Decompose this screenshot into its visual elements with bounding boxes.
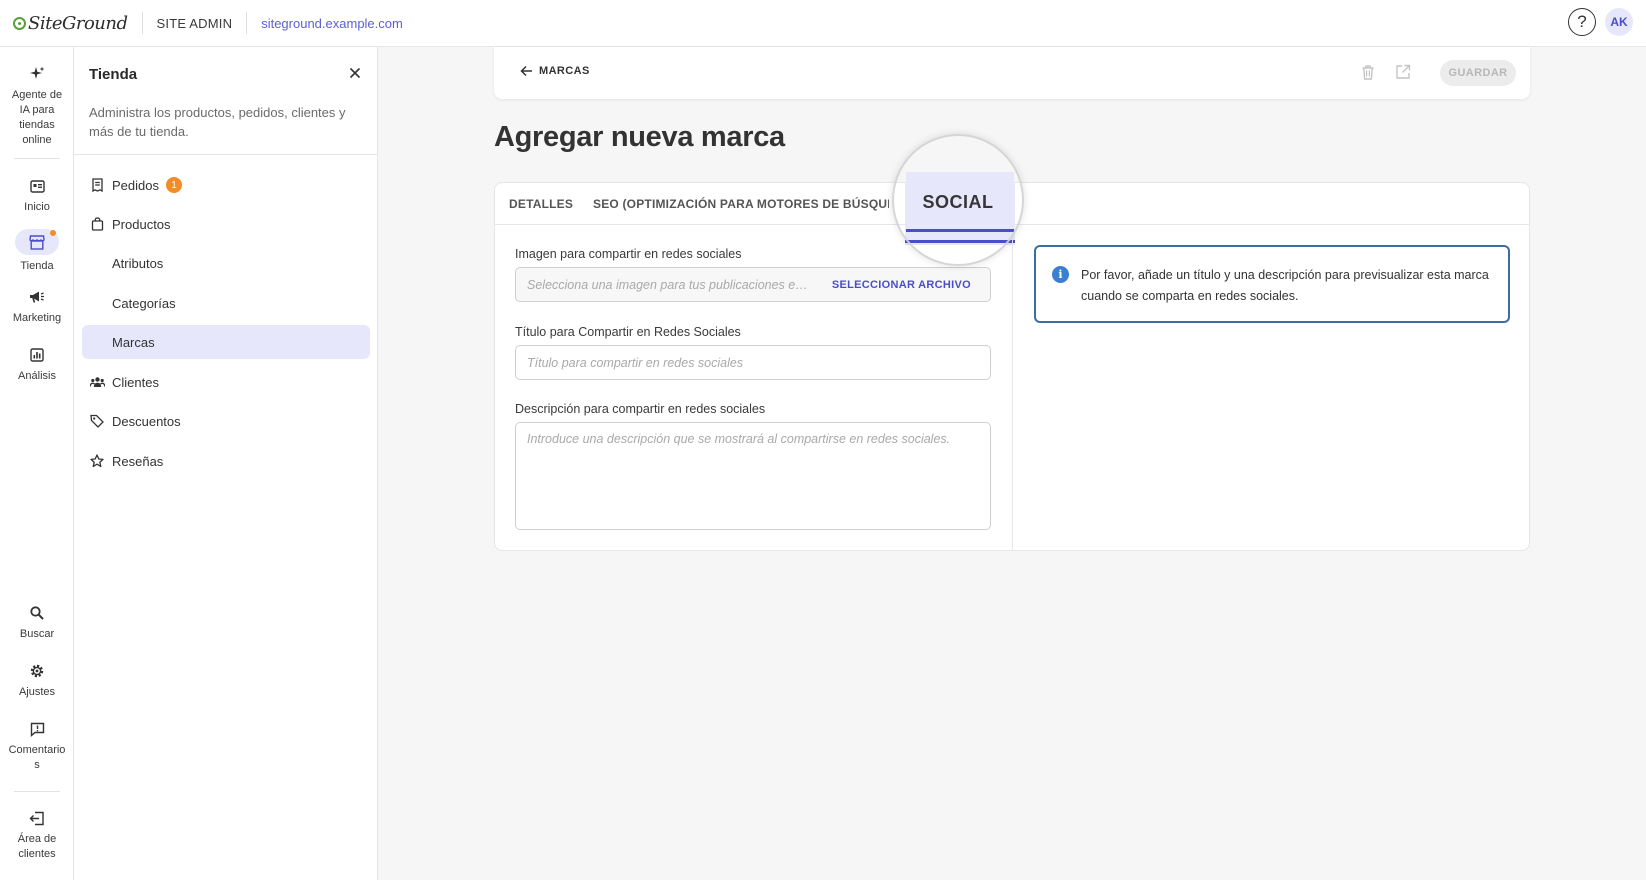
- rail-label: Área de clientes: [17, 833, 57, 860]
- rail-label: Comentarios: [8, 744, 66, 771]
- nav-label: Pedidos: [112, 177, 159, 193]
- nav-item-marcas[interactable]: Marcas: [82, 325, 370, 359]
- rail-item-analisis[interactable]: Análisis: [0, 345, 74, 384]
- rail-label: Marketing: [12, 312, 62, 324]
- save-button[interactable]: GUARDAR: [1440, 60, 1516, 86]
- store-panel: Tienda Administra los productos, pedidos…: [74, 47, 378, 880]
- rail-item-marketing[interactable]: Marketing: [0, 287, 74, 326]
- nav-label: Descuentos: [112, 413, 181, 429]
- panel-title: Tienda: [89, 66, 138, 83]
- rail-item-tienda[interactable]: Tienda: [0, 229, 74, 274]
- nav-item-categorias[interactable]: Categorías: [82, 286, 370, 320]
- external-link-icon[interactable]: [1394, 63, 1412, 81]
- search-icon: [27, 603, 47, 623]
- image-field-label: Imagen para compartir en redes sociales: [515, 247, 742, 261]
- help-icon[interactable]: ?: [1568, 8, 1596, 36]
- rail-label: Análisis: [18, 370, 56, 382]
- megaphone-icon: [27, 287, 47, 307]
- share-description-textarea[interactable]: Introduce una descripción que se mostrar…: [515, 422, 991, 530]
- dashboard-icon: [27, 176, 47, 196]
- share-image-field[interactable]: Selecciona una imagen para tus publicaci…: [515, 267, 991, 302]
- avatar[interactable]: AK: [1605, 8, 1633, 36]
- close-icon[interactable]: [347, 65, 363, 81]
- sparkles-icon: [27, 64, 47, 84]
- back-label: MARCAS: [539, 65, 590, 77]
- receipt-icon: [89, 177, 105, 193]
- description-field-label: Descripción para compartir en redes soci…: [515, 402, 766, 416]
- logout-icon: [27, 808, 47, 828]
- analytics-icon: [27, 345, 47, 365]
- rail-item-ajustes[interactable]: Ajustes: [0, 661, 74, 700]
- tab-social-magnifier[interactable]: SOCIAL: [892, 134, 1024, 266]
- select-file-button[interactable]: SELECCIONAR ARCHIVO: [812, 279, 990, 291]
- share-title-placeholder: Título para compartir en redes sociales: [527, 355, 744, 370]
- column-divider: [1012, 225, 1013, 550]
- tab-social[interactable]: SOCIAL: [894, 192, 1022, 213]
- back-to-marcas-link[interactable]: MARCAS: [520, 65, 590, 77]
- nav-label: Clientes: [112, 374, 159, 390]
- tab-detalles[interactable]: DETALLES: [509, 197, 573, 211]
- share-title-input[interactable]: Título para compartir en redes sociales: [515, 345, 991, 380]
- tag-icon: [89, 413, 105, 429]
- title-field-label: Título para Compartir en Redes Sociales: [515, 325, 741, 339]
- bag-icon: [89, 216, 105, 232]
- nav-item-atributos[interactable]: Atributos: [82, 246, 370, 280]
- brand-header-card: MARCAS GUARDAR: [494, 47, 1530, 99]
- rail-item-comentarios[interactable]: Comentarios: [0, 719, 74, 773]
- top-right-actions: ? AK: [1568, 8, 1633, 36]
- left-rail: Agente de IA para tiendas online Inicio …: [0, 47, 74, 880]
- gear-icon: [27, 661, 47, 681]
- logo-mark-icon: [13, 16, 26, 30]
- info-icon: i: [1052, 266, 1069, 283]
- star-icon: [89, 453, 105, 469]
- share-description-placeholder: Introduce una descripción que se mostrar…: [527, 432, 951, 446]
- notification-dot: [50, 230, 56, 236]
- store-icon: [15, 229, 59, 255]
- nav-label: Productos: [112, 216, 171, 232]
- nav-label: Atributos: [112, 255, 164, 271]
- divider: [246, 12, 248, 34]
- divider: [141, 12, 143, 34]
- rail-label: Inicio: [24, 201, 50, 213]
- nav-item-descuentos[interactable]: Descuentos: [82, 404, 370, 438]
- feedback-icon: [27, 719, 47, 739]
- preview-info-box: i Por favor, añade un título y una descr…: [1034, 245, 1510, 323]
- users-icon: [89, 374, 105, 390]
- rail-divider: [14, 158, 60, 159]
- site-admin-label: SITE ADMIN: [156, 15, 233, 31]
- nav-label: Reseñas: [112, 453, 164, 469]
- share-image-placeholder: Selecciona una imagen para tus publicaci…: [527, 277, 812, 292]
- logo-text: SiteGround: [28, 12, 128, 34]
- magnified-tab-indicator: [906, 229, 1014, 232]
- site-url-link[interactable]: siteground.example.com: [261, 16, 403, 31]
- arrow-left-icon: [520, 65, 532, 77]
- rail-label: Ajustes: [18, 686, 56, 698]
- page-title: Agregar nueva marca: [494, 121, 785, 153]
- rail-item-ai-agent[interactable]: Agente de IA para tiendas online: [0, 64, 74, 148]
- nav-item-pedidos[interactable]: Pedidos 1: [82, 168, 370, 202]
- tab-seo[interactable]: SEO (OPTIMIZACIÓN PARA MOTORES DE BÚSQUE…: [593, 197, 889, 211]
- top-bar: SiteGround SITE ADMIN siteground.example…: [0, 0, 1646, 47]
- rail-item-area-clientes[interactable]: Área de clientes: [0, 808, 74, 862]
- rail-divider: [14, 791, 60, 792]
- nav-label: Categorías: [112, 295, 176, 311]
- rail-label: Agente de IA para tiendas online: [11, 89, 63, 146]
- trash-icon[interactable]: [1359, 63, 1377, 81]
- nav-item-resenas[interactable]: Reseñas: [82, 444, 370, 478]
- panel-divider: [74, 154, 378, 155]
- nav-item-productos[interactable]: Productos: [82, 207, 370, 241]
- nav-label: Marcas: [112, 334, 155, 350]
- orders-count-badge: 1: [165, 177, 182, 193]
- rail-item-buscar[interactable]: Buscar: [0, 603, 74, 642]
- rail-label: Tienda: [20, 260, 54, 272]
- panel-description: Administra los productos, pedidos, clien…: [89, 105, 346, 139]
- siteground-logo[interactable]: SiteGround: [0, 0, 128, 47]
- nav-item-clientes[interactable]: Clientes: [82, 365, 370, 399]
- preview-info-text: Por favor, añade un título y una descrip…: [1081, 268, 1489, 303]
- rail-item-inicio[interactable]: Inicio: [0, 176, 74, 215]
- rail-label: Buscar: [19, 628, 55, 640]
